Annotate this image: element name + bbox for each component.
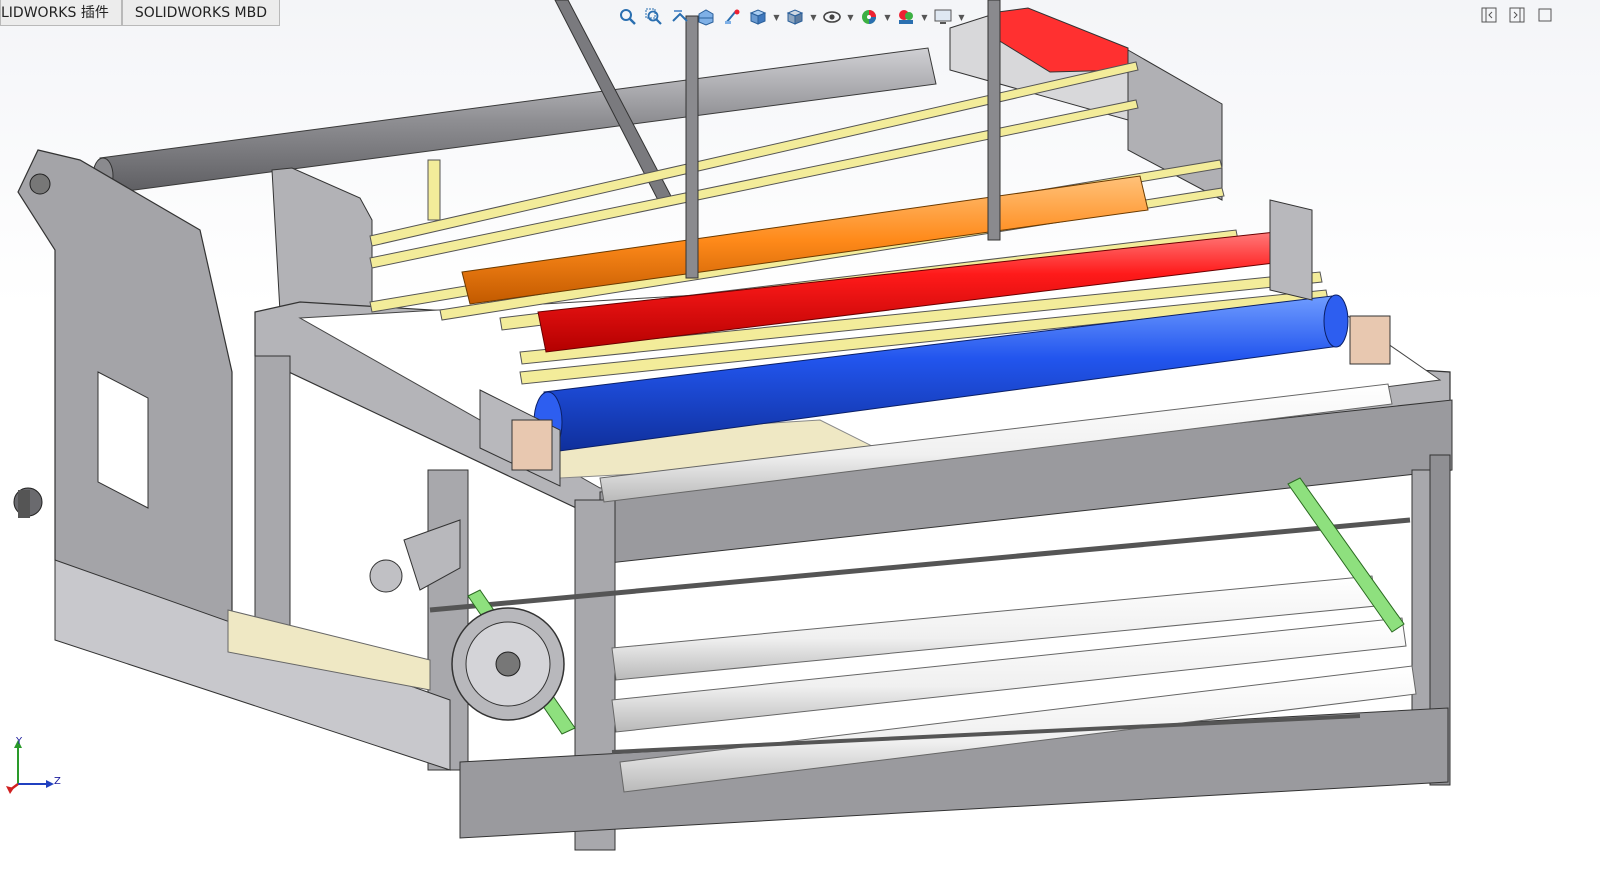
y-axis-label: Y <box>16 736 23 747</box>
display-style-icon[interactable] <box>783 5 807 29</box>
view-orientation-dropdown-icon[interactable]: ▼ <box>772 13 781 22</box>
apply-scene-dropdown-icon[interactable]: ▼ <box>920 13 929 22</box>
previous-view-icon[interactable] <box>668 5 692 29</box>
axis-arrows-icon <box>6 740 54 794</box>
restore-panel-icon[interactable] <box>1480 6 1498 24</box>
hide-show-dropdown-icon[interactable]: ▼ <box>846 13 855 22</box>
viewport-controls <box>1480 6 1554 28</box>
expand-panel-icon[interactable] <box>1508 6 1526 24</box>
view-settings-icon[interactable] <box>931 5 955 29</box>
edit-appearance-dropdown-icon[interactable]: ▼ <box>883 13 892 22</box>
apply-scene-icon[interactable] <box>894 5 918 29</box>
dynamic-annotation-icon[interactable] <box>720 5 744 29</box>
tab-solidworks-mbd[interactable]: SOLIDWORKS MBD <box>121 0 281 26</box>
z-axis-label: Z <box>54 776 61 787</box>
zoom-to-fit-icon[interactable] <box>616 5 640 29</box>
view-orientation-icon[interactable] <box>746 5 770 29</box>
command-manager-tabs: LIDWORKS 插件 SOLIDWORKS MBD <box>0 0 281 28</box>
zoom-to-area-icon[interactable] <box>642 5 666 29</box>
maximize-viewport-icon[interactable] <box>1536 6 1554 24</box>
display-style-dropdown-icon[interactable]: ▼ <box>809 13 818 22</box>
view-settings-dropdown-icon[interactable]: ▼ <box>957 13 966 22</box>
hide-show-items-icon[interactable] <box>820 5 844 29</box>
heads-up-view-toolbar: ▼ ▼ ▼ ▼ ▼ ▼ <box>616 4 966 30</box>
reference-triad: Y Z <box>4 736 74 796</box>
tab-solidworks-addins[interactable]: LIDWORKS 插件 <box>0 0 122 26</box>
section-view-icon[interactable] <box>694 5 718 29</box>
edit-appearance-icon[interactable] <box>857 5 881 29</box>
cad-graphics-viewport[interactable] <box>0 0 1600 872</box>
